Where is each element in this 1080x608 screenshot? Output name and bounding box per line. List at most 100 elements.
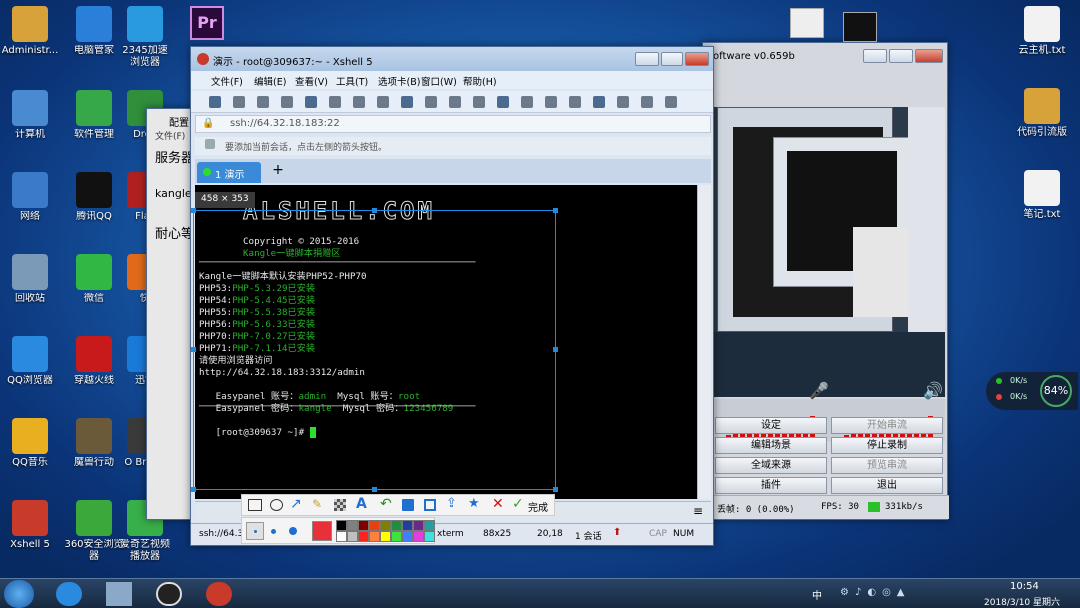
- color-swatch[interactable]: [402, 520, 413, 531]
- brush-size-large[interactable]: [289, 527, 297, 535]
- snip-handle-ml[interactable]: [191, 347, 196, 352]
- help-icon[interactable]: [665, 96, 677, 108]
- pen-tool-icon[interactable]: ✎: [312, 497, 322, 511]
- compose-menu-icon[interactable]: ≡: [693, 504, 703, 518]
- encoding-icon[interactable]: [497, 96, 509, 108]
- menu-item[interactable]: 文件(F): [211, 74, 243, 88]
- color-swatch[interactable]: [413, 531, 424, 542]
- maximize-button[interactable]: [661, 52, 683, 66]
- desktop-icon[interactable]: 网络: [0, 172, 60, 223]
- color-swatch[interactable]: [369, 531, 380, 542]
- open-icon[interactable]: [233, 96, 245, 108]
- color-swatch[interactable]: [424, 520, 435, 531]
- snip-handle-tl[interactable]: [191, 208, 196, 213]
- menu-item[interactable]: 查看(V): [295, 74, 328, 88]
- desktop-icon[interactable]: 软件管理: [64, 90, 124, 141]
- snip-handle-br[interactable]: [553, 487, 558, 492]
- color-swatch[interactable]: [336, 531, 347, 542]
- color-swatch[interactable]: [347, 531, 358, 542]
- pin-icon[interactable]: [424, 499, 436, 511]
- taskbar-obs-icon[interactable]: [156, 582, 182, 606]
- color-swatch[interactable]: [369, 520, 380, 531]
- desktop-icon[interactable]: QQ音乐: [0, 418, 60, 469]
- obs-action-button[interactable]: 全域来源: [715, 457, 827, 474]
- tray-icons[interactable]: ⚙♪◐◎▲: [840, 587, 911, 598]
- obs-action-button[interactable]: 设定: [715, 417, 827, 434]
- premiere-icon[interactable]: Pr: [190, 6, 224, 40]
- paste-icon[interactable]: [353, 96, 365, 108]
- menu-item[interactable]: 工具(T): [336, 74, 368, 88]
- desktop-icon[interactable]: 360安全浏览器: [64, 500, 124, 563]
- taskbar-explorer-icon[interactable]: [106, 582, 132, 606]
- menu-item[interactable]: 编辑(E): [254, 74, 286, 88]
- file-icon[interactable]: [790, 8, 824, 38]
- desktop-icon[interactable]: 2345加速浏览器: [120, 6, 170, 69]
- current-color-swatch[interactable]: [312, 521, 332, 541]
- globe-icon[interactable]: [473, 96, 485, 108]
- color-swatch[interactable]: [358, 531, 369, 542]
- desktop-icon[interactable]: 腾讯QQ: [64, 172, 124, 223]
- color-icon[interactable]: [449, 96, 461, 108]
- taskbar-xshell-icon[interactable]: [206, 582, 232, 606]
- link-icon[interactable]: [257, 96, 269, 108]
- properties-icon[interactable]: [305, 96, 317, 108]
- desktop-icon[interactable]: 魔兽行动: [64, 418, 124, 469]
- file-icon[interactable]: [843, 12, 877, 42]
- desktop-icon[interactable]: 代码引流版: [1004, 88, 1080, 139]
- color-swatch[interactable]: [358, 520, 369, 531]
- obs-close-button[interactable]: [915, 49, 943, 63]
- color-swatch[interactable]: [413, 520, 424, 531]
- address-input[interactable]: ssh://64.32.18.183:22: [230, 118, 340, 129]
- snip-handle-bc[interactable]: [372, 487, 377, 492]
- config-menu[interactable]: 文件(F): [155, 129, 185, 142]
- obs-minimize-button[interactable]: [863, 49, 887, 63]
- speaker-icon[interactable]: 🔊: [923, 381, 943, 400]
- arrow-tool-icon[interactable]: ↗: [290, 496, 302, 512]
- menu-item[interactable]: 选项卡(B): [378, 74, 420, 88]
- snip-handle-tc[interactable]: [372, 208, 377, 213]
- snip-handle-bl[interactable]: [191, 487, 196, 492]
- copy-icon[interactable]: [329, 96, 341, 108]
- find-icon[interactable]: [377, 96, 389, 108]
- new-session-icon[interactable]: [209, 96, 221, 108]
- desktop-icon[interactable]: Administr...: [0, 6, 60, 57]
- share-icon[interactable]: ⇪: [446, 496, 457, 511]
- tray-ime[interactable]: 中: [812, 587, 822, 602]
- terminal-scrollbar[interactable]: [697, 185, 711, 499]
- color-swatch[interactable]: [391, 531, 402, 542]
- rect-tool-icon[interactable]: [248, 499, 262, 511]
- desktop-icon[interactable]: QQ浏览器: [0, 336, 60, 387]
- keyboard-icon[interactable]: [593, 96, 605, 108]
- color-swatch[interactable]: [391, 520, 402, 531]
- font-icon[interactable]: [425, 96, 437, 108]
- start-button[interactable]: [4, 580, 34, 608]
- desktop-icon[interactable]: 计算机: [0, 90, 60, 141]
- desktop-icon[interactable]: 微信: [64, 254, 124, 305]
- menu-item[interactable]: 帮助(H): [463, 74, 497, 88]
- cancel-icon[interactable]: ✕: [492, 496, 504, 512]
- snip-handle-tr[interactable]: [553, 208, 558, 213]
- color-swatch[interactable]: [336, 520, 347, 531]
- color-swatch[interactable]: [347, 520, 358, 531]
- mic-icon[interactable]: 🎤: [809, 381, 829, 400]
- desktop-icon[interactable]: 电脑管家: [64, 6, 124, 57]
- color-swatch[interactable]: [402, 531, 413, 542]
- save-icon[interactable]: [402, 499, 414, 511]
- add-icon[interactable]: [617, 96, 629, 108]
- tools-icon[interactable]: [641, 96, 653, 108]
- mosaic-tool-icon[interactable]: [334, 499, 346, 511]
- obs-control-button[interactable]: 开始串流: [831, 417, 943, 434]
- color-swatch[interactable]: [380, 531, 391, 542]
- snip-selection[interactable]: [193, 210, 556, 490]
- obs-action-button[interactable]: 插件: [715, 477, 827, 494]
- new-tab-button[interactable]: +: [269, 162, 287, 180]
- menu-item[interactable]: 窗口(W): [421, 74, 457, 88]
- done-check-icon[interactable]: ✓: [512, 496, 524, 512]
- lock-icon[interactable]: [569, 96, 581, 108]
- obs-control-button[interactable]: 预览串流: [831, 457, 943, 474]
- color-swatch[interactable]: [380, 520, 391, 531]
- ellipse-tool-icon[interactable]: [270, 499, 283, 511]
- brush-size-small[interactable]: [246, 522, 264, 540]
- tab-demo[interactable]: 1 演示: [197, 162, 261, 183]
- text-tool-icon[interactable]: A: [356, 496, 367, 512]
